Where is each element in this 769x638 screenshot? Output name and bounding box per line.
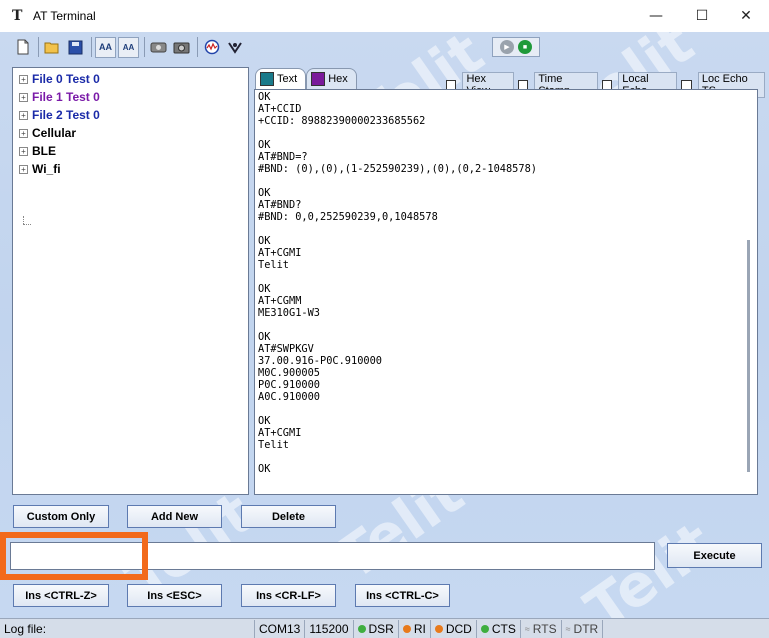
font-larger-icon[interactable]: AA xyxy=(95,36,116,58)
tree-item-file-0[interactable]: + File 0 Test 0 xyxy=(13,70,248,88)
play-button[interactable]: ▶ xyxy=(500,40,514,54)
hex-tab-icon xyxy=(311,72,326,86)
minimize-icon: — xyxy=(649,8,663,24)
dtr-switch-icon: ≈ xyxy=(565,623,571,634)
client-area: Telit Telit Telit Telit Telit AA AA xyxy=(0,32,769,618)
tree-item-label: File 1 Test 0 xyxy=(32,90,100,104)
tab-text-label: Text xyxy=(277,73,298,85)
port-indicator: COM13 xyxy=(255,619,306,638)
camera-icon[interactable] xyxy=(171,37,192,58)
tab-hex-label: Hex xyxy=(328,73,348,85)
toolbar-separator xyxy=(144,37,145,57)
tree-item-ble[interactable]: + BLE xyxy=(13,142,248,160)
dcd-label: DCD xyxy=(445,621,472,636)
tree-connector xyxy=(23,224,31,225)
tab-hex[interactable]: Hex xyxy=(306,68,357,89)
window-title: AT Terminal xyxy=(33,9,96,23)
dsr-led-icon xyxy=(357,624,366,633)
expand-icon[interactable]: + xyxy=(19,146,28,156)
tree-item-label: BLE xyxy=(32,144,56,158)
tree-connector xyxy=(23,216,24,224)
cts-indicator: CTS xyxy=(477,619,521,638)
play-icon: ▶ xyxy=(504,44,510,51)
minimize-button[interactable]: — xyxy=(633,0,679,32)
ins-cr-lf-button[interactable]: Ins <CR-LF> xyxy=(241,584,336,607)
script-tree[interactable]: + File 0 Test 0 + File 1 Test 0 + File 2 Te… xyxy=(12,67,249,495)
tree-item-label: File 0 Test 0 xyxy=(32,72,100,86)
status-bar: Log file: COM13 115200 DSR RI DCD CTS ≈ R… xyxy=(0,618,769,638)
open-folder-icon[interactable] xyxy=(42,37,63,58)
dtr-label: DTR xyxy=(573,621,599,636)
dsr-indicator: DSR xyxy=(354,619,399,638)
tree-item-label: File 2 Test 0 xyxy=(32,108,100,122)
rts-label: RTS xyxy=(532,621,557,636)
add-new-button[interactable]: Add New xyxy=(127,505,222,528)
toolbar-separator xyxy=(38,37,39,57)
dcd-indicator: DCD xyxy=(431,619,477,638)
log-file-label: Log file: xyxy=(0,619,255,638)
vertical-scrollbar[interactable] xyxy=(747,240,750,472)
execute-button[interactable]: Execute xyxy=(667,543,762,568)
stop-icon: ■ xyxy=(522,43,528,51)
cts-led-icon xyxy=(480,624,489,633)
ins-ctrl-c-button[interactable]: Ins <CTRL-C> xyxy=(355,584,450,607)
ri-label: RI xyxy=(413,621,426,636)
ri-led-icon xyxy=(402,624,411,633)
run-controls: ▶ ■ xyxy=(492,37,540,57)
tree-item-label: Cellular xyxy=(32,126,77,140)
dsr-label: DSR xyxy=(368,621,394,636)
rts-switch-icon: ≈ xyxy=(524,623,530,634)
maximize-icon: ☐ xyxy=(695,8,709,24)
close-button[interactable]: ✕ xyxy=(723,0,769,32)
scope-icon[interactable] xyxy=(201,37,222,58)
font-smaller-icon[interactable]: AA xyxy=(118,36,139,58)
baud-indicator: 115200 xyxy=(305,619,354,638)
app-icon: T xyxy=(12,8,23,24)
dtr-indicator[interactable]: ≈ DTR xyxy=(562,619,604,638)
stop-button[interactable]: ■ xyxy=(518,40,532,54)
save-icon[interactable] xyxy=(65,37,86,58)
expand-icon[interactable]: + xyxy=(19,74,28,84)
toolbar-separator xyxy=(197,37,198,57)
expand-icon[interactable]: + xyxy=(19,164,28,174)
toolbar-separator xyxy=(91,37,92,57)
new-file-icon[interactable] xyxy=(12,37,33,58)
title-bar: T AT Terminal — ☐ ✕ xyxy=(0,0,769,32)
ins-ctrl-z-button[interactable]: Ins <CTRL-Z> xyxy=(13,584,109,607)
delete-button[interactable]: Delete xyxy=(241,505,336,528)
ri-indicator: RI xyxy=(399,619,431,638)
tree-item-cellular[interactable]: + Cellular xyxy=(13,124,248,142)
expand-icon[interactable]: + xyxy=(19,92,28,102)
dcd-led-icon xyxy=(434,624,443,633)
rts-indicator[interactable]: ≈ RTS xyxy=(521,619,562,638)
tree-item-label: Wi_fi xyxy=(32,162,61,176)
custom-only-button[interactable]: Custom Only xyxy=(13,505,109,528)
tab-text[interactable]: Text xyxy=(255,68,307,89)
terminal-text: OK AT+CCID +CCID: 89882390000233685562 O… xyxy=(258,91,537,475)
cts-label: CTS xyxy=(491,621,516,636)
tree-item-wifi[interactable]: + Wi_fi xyxy=(13,160,248,178)
expand-icon[interactable]: + xyxy=(19,110,28,120)
text-tab-icon xyxy=(260,72,274,86)
connect-icon[interactable] xyxy=(148,37,169,58)
maximize-button[interactable]: ☐ xyxy=(679,0,725,32)
view-tabs: Text Hex xyxy=(255,68,357,89)
expand-icon[interactable]: + xyxy=(19,128,28,138)
toolbar: AA AA xyxy=(12,36,247,58)
highlight-box xyxy=(0,532,148,580)
tree-item-file-1[interactable]: + File 1 Test 0 xyxy=(13,88,248,106)
ins-esc-button[interactable]: Ins <ESC> xyxy=(127,584,222,607)
tree-item-file-2[interactable]: + File 2 Test 0 xyxy=(13,106,248,124)
settings-icon[interactable] xyxy=(224,37,245,58)
close-icon: ✕ xyxy=(740,8,752,24)
terminal-output[interactable]: OK AT+CCID +CCID: 89882390000233685562 O… xyxy=(254,89,758,495)
